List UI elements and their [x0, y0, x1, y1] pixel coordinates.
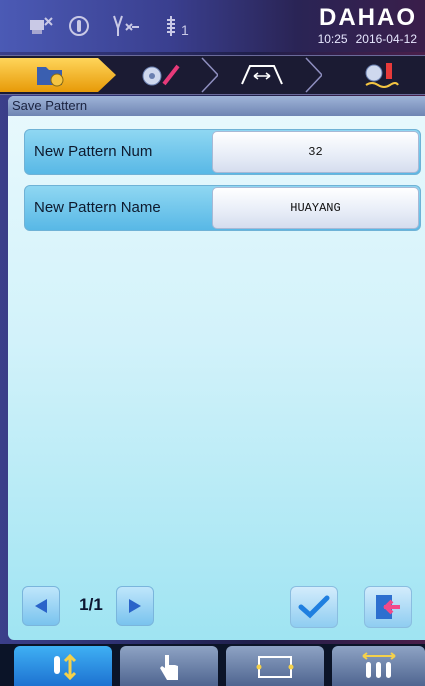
nav-frame-view[interactable]: [226, 646, 324, 686]
step-bar: [0, 55, 425, 95]
pattern-num-label: New Pattern Num: [34, 143, 153, 160]
exit-button[interactable]: [364, 586, 412, 628]
needle-subscript: 1: [181, 22, 189, 38]
pattern-num-input[interactable]: 32: [212, 131, 419, 173]
date-text: 2016-04-12: [355, 32, 417, 46]
flower-embroider-icon: [364, 61, 400, 94]
step-frame-settings[interactable]: [218, 56, 324, 94]
folder-flower-icon: [36, 62, 66, 93]
brand-logo: DAHAO: [319, 4, 417, 31]
prev-page-button[interactable]: [22, 586, 60, 626]
arrow-right-icon: [127, 598, 143, 619]
confirm-button[interactable]: [290, 586, 338, 628]
nav-manual-touch[interactable]: [120, 646, 218, 686]
needle-bar-icon: 1: [165, 14, 199, 38]
pattern-name-input[interactable]: HUAYANG: [212, 187, 419, 229]
step-embroider[interactable]: [322, 56, 425, 94]
needle-position-icon: [66, 14, 92, 38]
pattern-name-row: New Pattern Name HUAYANG: [24, 185, 421, 231]
bottom-nav: [0, 644, 425, 686]
pattern-name-label: New Pattern Name: [34, 199, 161, 216]
page-indicator: 1/1: [79, 595, 103, 614]
panel-title: Save Pattern: [8, 96, 425, 116]
step-pattern-folder[interactable]: [0, 56, 118, 94]
nav-multi-needle[interactable]: [332, 646, 425, 686]
status-bar: 1 DAHAO 10:25 2016-04-12: [0, 0, 425, 52]
time-text: 10:25: [317, 32, 348, 46]
save-pattern-panel: Save Pattern New Pattern Num 32 New Patt…: [8, 96, 425, 640]
clock: 10:25 2016-04-12: [310, 32, 417, 46]
flower-pencil-icon: [140, 62, 182, 93]
pager: 1/1: [22, 586, 154, 626]
frame-span-icon: [240, 62, 284, 93]
nav-needle-updown[interactable]: [14, 646, 112, 686]
next-page-button[interactable]: [116, 586, 154, 626]
arrow-left-icon: [33, 598, 49, 619]
checkmark-icon: [298, 595, 330, 624]
pattern-num-row: New Pattern Num 32: [24, 129, 421, 175]
step-pattern-edit[interactable]: [118, 56, 220, 94]
exit-door-icon: [374, 593, 402, 626]
screen: 1 DAHAO 10:25 2016-04-12 Save Pattern Ne…: [0, 0, 425, 686]
thread-break-icon: [110, 14, 139, 38]
machine-status-icon: [28, 14, 54, 38]
